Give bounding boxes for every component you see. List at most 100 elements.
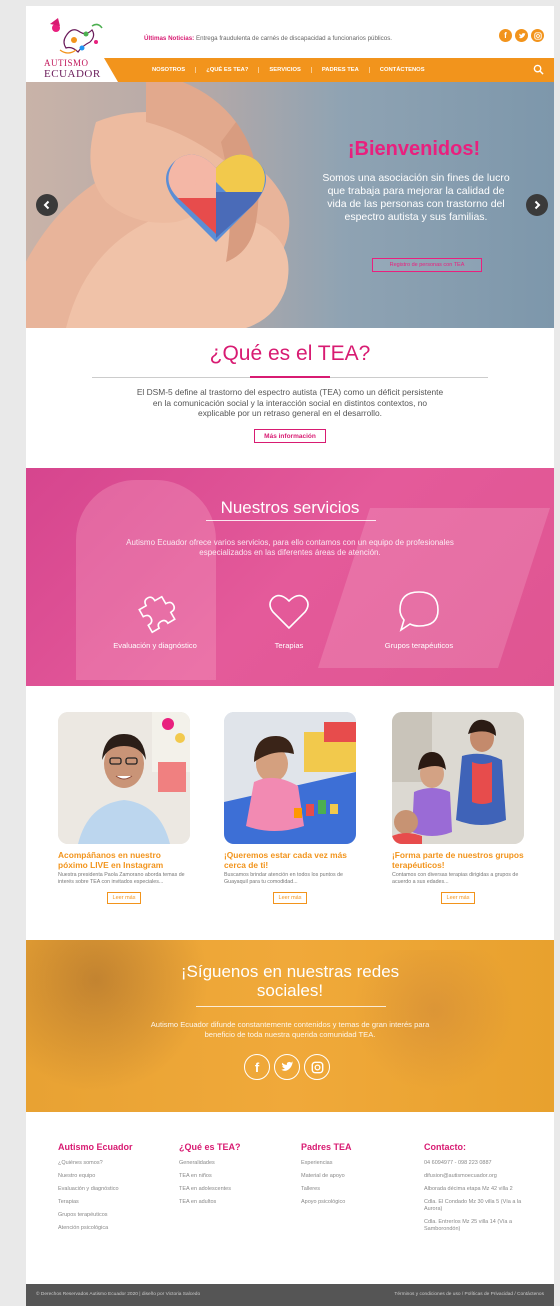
card-title[interactable]: ¡Queremos estar cada vez más cerca de ti… [224,850,356,870]
news-label: Últimas Noticias: [144,35,195,42]
puzzle-icon [138,595,176,634]
social-title: ¡Síguenos en nuestras redes sociales! [180,962,400,1000]
contact-email[interactable]: difusion@autismoecuador.org [424,1173,524,1180]
card-image[interactable] [224,712,356,844]
news-text[interactable]: Entrega fraudulenta de carnés de discapa… [196,35,392,42]
nav-padres-tea[interactable]: PADRES TEA [312,67,370,73]
news-card: ¡Forma parte de nuestros grupos terapéut… [392,712,524,904]
card-title[interactable]: Acompáñanos en nuestro póximo LIVE en In… [58,850,190,870]
footer-heading: Padres TEA [301,1142,352,1152]
facebook-icon[interactable]: f [499,29,512,42]
service-terapias[interactable]: Terapias [224,588,354,650]
social-section: ¡Síguenos en nuestras redes sociales! Au… [26,940,554,1112]
divider [206,520,376,521]
service-evaluacion[interactable]: Evaluación y diagnóstico [90,588,220,650]
footer-link[interactable]: Experiencias [301,1160,411,1167]
news-card: ¡Queremos estar cada vez más cerca de ti… [224,712,356,904]
search-icon[interactable] [533,64,544,75]
contact-address: Alborada décima etapa Mz 42 villa 2 [424,1186,513,1192]
nav-contactenos[interactable]: CONTÁCTENOS [370,67,435,73]
card-title[interactable]: ¡Forma parte de nuestros grupos terapéut… [392,850,524,870]
service-label: Grupos terapéuticos [384,641,454,650]
footer-link[interactable]: Material de apoyo [301,1173,411,1180]
tea-text: El DSM-5 define al trastorno del espectr… [136,387,444,418]
card-photo [58,712,190,844]
contact-address: Cdla. El Condado Mz 30 villa 5 (Vía a la… [424,1199,522,1212]
heart-icon [269,594,309,630]
service-label: Terapias [274,641,304,650]
twitter-icon[interactable] [274,1054,300,1080]
footer-link[interactable]: ¿Quiénes somos? [58,1160,168,1167]
what-is-tea-section: ¿Qué es el TEA? El DSM-5 define al trast… [26,328,554,468]
footer-link[interactable]: TEA en adultos [179,1199,289,1206]
footer-link[interactable]: Generalidades [179,1160,289,1167]
divider-accent [250,376,330,378]
chevron-left-icon [43,200,50,210]
latest-news[interactable]: Últimas Noticias: Entrega fraudulenta de… [144,35,392,42]
footer-link[interactable]: Atención psicológica [58,1225,168,1232]
footer-heading: ¿Qué es TEA? [179,1142,241,1152]
service-grupos[interactable]: Grupos terapéuticos [354,588,484,650]
facebook-icon[interactable]: f [244,1054,270,1080]
card-desc: Nuestra presidenta Paola Zamorano aborda… [58,872,185,885]
chevron-right-icon [534,200,541,210]
copyright-text: © Derechos Reservados Autismo Ecuador 20… [36,1292,201,1297]
footer-link[interactable]: TEA en niños [179,1173,289,1180]
footer-heading: Contacto: [424,1142,466,1152]
contact-address: Cdla. Entreríos Mz 25 villa 14 (Vía a Sa… [424,1219,513,1232]
footer-column-contacto: Contacto: 04 6094977 - 098 223 0887 difu… [424,1142,524,1239]
instagram-icon[interactable] [531,29,544,42]
services-section: Nuestros servicios Autismo Ecuador ofrec… [26,468,554,686]
read-more-button[interactable]: Leer más [273,892,307,904]
bottom-bar: © Derechos Reservados Autismo Ecuador 20… [26,1284,554,1306]
service-label: Evaluación y diagnóstico [113,641,197,650]
footer-column-autismo: Autismo Ecuador ¿Quiénes somos? Nuestro … [58,1142,168,1238]
social-icons: f [244,1054,330,1080]
footer-link[interactable]: Evaluación y diagnóstico [58,1186,168,1193]
card-desc: Contamos con diversas terapias dirigidas… [392,872,519,885]
news-card: Acompáñanos en nuestro póximo LIVE en In… [58,712,190,904]
read-more-button[interactable]: Leer más [107,892,141,904]
footer-link[interactable]: Grupos terapéuticos [58,1212,168,1219]
footer-column-tea: ¿Qué es TEA? Generalidades TEA en niños … [179,1142,289,1212]
site-header: AUTISMO ECUADOR Últimas Noticias: Entrega… [26,6,554,82]
site-footer: Autismo Ecuador ¿Quiénes somos? Nuestro … [26,1112,554,1284]
nav-que-es-tea[interactable]: ¿QUÉ ES TEA? [196,67,260,73]
services-title: Nuestros servicios [220,498,360,517]
main-nav: NOSOTROS ¿QUÉ ES TEA? SERVICIOS PADRES T… [104,58,554,82]
prev-slide-button[interactable] [36,194,58,216]
logo-text: AUTISMO ECUADOR [44,58,101,80]
register-tea-button[interactable]: Registro de personas con TEA [372,258,482,272]
read-more-button[interactable]: Leer más [441,892,475,904]
card-photo [392,712,524,844]
hero-title: ¡Bienvenidos! [347,138,481,160]
footer-column-padres: Padres TEA Experiencias Material de apoy… [301,1142,411,1212]
social-text: Autismo Ecuador difunde constantemente c… [150,1020,430,1039]
hero-text: Somos una asociación sin fines de lucro … [322,172,510,223]
tea-title: ¿Qué es el TEA? [209,342,371,365]
speech-bubble-icon [399,591,439,632]
news-cards: Acompáñanos en nuestro póximo LIVE en In… [26,686,554,940]
next-slide-button[interactable] [526,194,548,216]
footer-link[interactable]: TEA en adolescentes [179,1186,289,1193]
legal-links[interactable]: Términos y condiciones de uso / Política… [394,1292,544,1297]
footer-link[interactable]: Nuestro equipo [58,1173,168,1180]
page: AUTISMO ECUADOR Últimas Noticias: Entrega… [26,6,554,1306]
card-image[interactable] [392,712,524,844]
services-text: Autismo Ecuador ofrece varios servicios,… [126,538,454,557]
card-image[interactable] [58,712,190,844]
header-socials: f [499,29,544,42]
twitter-icon[interactable] [515,29,528,42]
divider [196,1006,386,1007]
more-info-button[interactable]: Más información [254,429,326,443]
nav-servicios[interactable]: SERVICIOS [259,67,312,73]
footer-link[interactable]: Terapias [58,1199,168,1206]
hero-slider: ¡Bienvenidos! Somos una asociación sin f… [26,82,554,328]
instagram-icon[interactable] [304,1054,330,1080]
card-desc: Buscamos brindar atención en todos los p… [224,872,343,885]
footer-link[interactable]: Apoyo psicológico [301,1199,411,1206]
nav-nosotros[interactable]: NOSOTROS [142,67,197,73]
contact-phone[interactable]: 04 6094977 - 098 223 0887 [424,1160,524,1167]
card-photo [224,712,356,844]
footer-link[interactable]: Talleres [301,1186,411,1193]
